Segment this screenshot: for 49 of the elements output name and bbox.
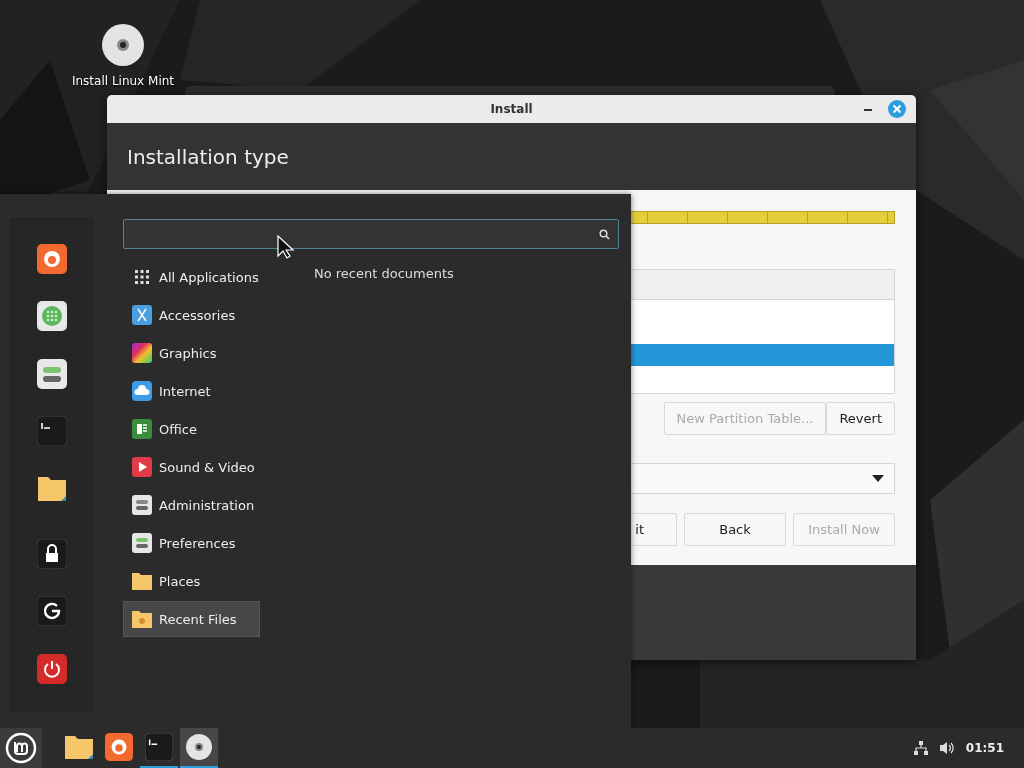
disc-icon[interactable] — [100, 22, 146, 68]
folder-icon — [132, 572, 152, 590]
category-item[interactable]: Sound & Video — [123, 449, 260, 485]
power-icon[interactable] — [36, 653, 67, 684]
terminal-icon — [145, 733, 173, 761]
restart-icon[interactable] — [36, 596, 67, 627]
category-item[interactable]: All Applications — [123, 259, 260, 295]
category-item[interactable]: Office — [123, 411, 260, 447]
browser-icon — [105, 733, 133, 761]
search-icon — [599, 228, 610, 240]
category-item[interactable]: Places — [123, 563, 260, 599]
document-icon — [132, 419, 152, 439]
mint-logo-icon — [5, 732, 37, 764]
category-item[interactable]: Recent Files — [123, 601, 260, 637]
close-icon[interactable] — [888, 100, 906, 118]
grid-icon — [132, 267, 152, 287]
network-icon[interactable] — [912, 740, 929, 756]
empty-message: No recent documents — [314, 266, 454, 281]
scissors-icon — [132, 305, 152, 325]
disc-icon — [185, 733, 213, 761]
taskbar-app[interactable] — [180, 728, 218, 768]
toggles-icon — [132, 533, 152, 553]
volume-icon[interactable] — [938, 740, 956, 756]
browser-icon[interactable] — [36, 244, 67, 274]
toggles-icon — [132, 495, 152, 515]
clock[interactable]: 01:51 — [965, 741, 1004, 755]
folder-icon — [132, 610, 152, 628]
folder-icon — [64, 734, 94, 760]
window-title: Install — [490, 102, 533, 116]
icon-label[interactable]: Install Linux Mint — [71, 74, 175, 88]
caret-icon — [872, 475, 884, 482]
table-button[interactable]: Revert — [826, 402, 895, 435]
category-item[interactable]: Internet — [123, 373, 260, 409]
menu-button[interactable] — [0, 728, 42, 768]
cloud-icon — [132, 381, 152, 401]
page-heading: Installation type — [127, 144, 289, 169]
search-field[interactable] — [123, 219, 619, 249]
cursor-icon — [277, 235, 295, 259]
grid-icon[interactable] — [36, 301, 67, 332]
play-icon — [132, 457, 152, 477]
nav-button[interactable]: Back — [684, 513, 786, 546]
terminal-icon[interactable] — [36, 416, 67, 447]
gradient-icon — [132, 343, 152, 363]
lock-icon[interactable] — [36, 538, 67, 569]
toggles-icon[interactable] — [36, 358, 67, 389]
category-item[interactable]: Administration — [123, 487, 260, 523]
category-item[interactable]: Accessories — [123, 297, 260, 333]
category-item[interactable]: Preferences — [123, 525, 260, 561]
category-item[interactable]: Graphics — [123, 335, 260, 371]
